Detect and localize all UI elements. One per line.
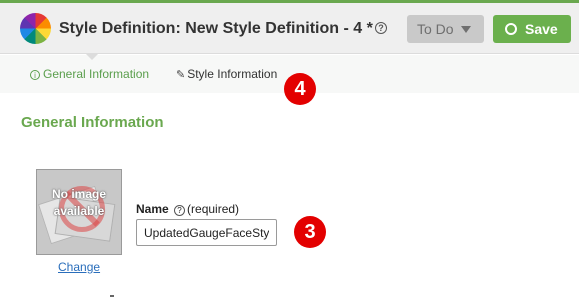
page-header: Style Definition: New Style Definition -… bbox=[0, 3, 579, 54]
info-circle-icon: i bbox=[30, 70, 40, 80]
no-image-text: No image available bbox=[51, 187, 106, 218]
section-title: General Information bbox=[21, 114, 164, 131]
status-dropdown-value: To Do bbox=[417, 21, 454, 37]
help-icon[interactable]: ? bbox=[174, 205, 186, 216]
tab-style-information-label: Style Information bbox=[187, 67, 278, 81]
save-button[interactable]: Save bbox=[493, 15, 571, 43]
save-button-label: Save bbox=[525, 21, 558, 37]
name-input[interactable] bbox=[136, 219, 277, 246]
name-label-text: Name bbox=[136, 202, 169, 216]
color-wheel-logo-icon bbox=[20, 13, 51, 44]
tab-style-information[interactable]: ✎ Style Information bbox=[176, 67, 277, 81]
required-text: (required) bbox=[187, 202, 240, 216]
image-placeholder: No image available bbox=[36, 169, 122, 255]
divider bbox=[110, 295, 114, 297]
step-badge-3: 3 bbox=[294, 216, 326, 248]
tab-general-information-label: General Information bbox=[43, 67, 150, 81]
active-tab-indicator bbox=[86, 54, 98, 60]
circle-icon bbox=[505, 23, 517, 35]
change-image-link[interactable]: Change bbox=[58, 260, 100, 274]
name-field-label: Name ? (required) bbox=[136, 202, 239, 216]
status-dropdown[interactable]: To Do bbox=[407, 15, 484, 43]
help-icon[interactable]: ? bbox=[375, 22, 387, 34]
tab-general-information[interactable]: i General Information bbox=[30, 67, 149, 81]
style-icon: ✎ bbox=[176, 69, 186, 81]
caret-down-icon bbox=[461, 26, 471, 33]
page-title: Style Definition: New Style Definition -… bbox=[59, 20, 373, 37]
step-badge-4: 4 bbox=[284, 73, 316, 105]
